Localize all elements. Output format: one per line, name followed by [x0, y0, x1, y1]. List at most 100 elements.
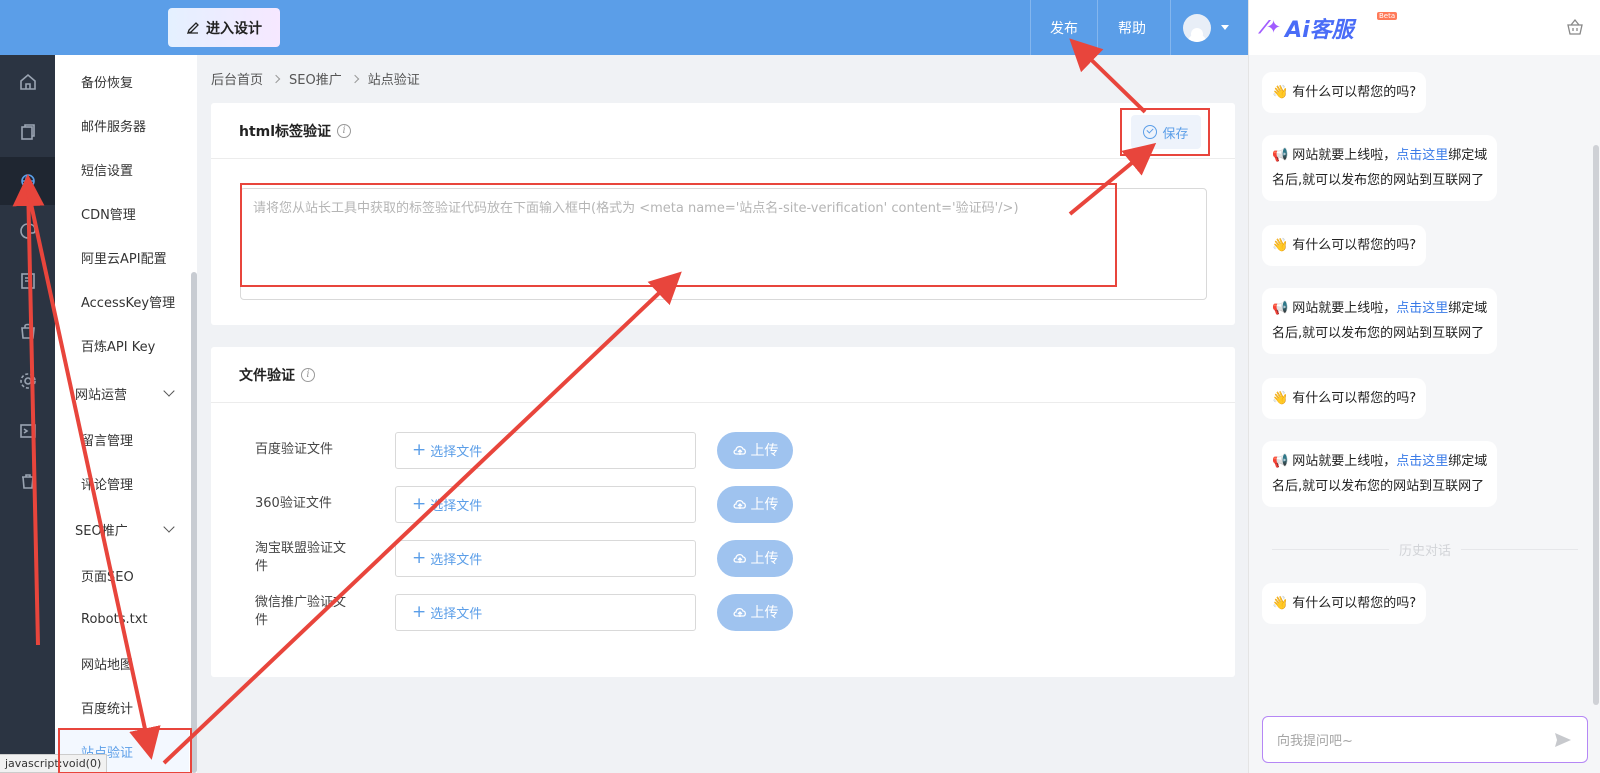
ai-question-input[interactable]: 向我提问吧~	[1262, 716, 1588, 763]
info-icon[interactable]: i	[301, 367, 315, 382]
chat-message: 📢 网站就要上线啦，点击这里绑定域 名后,就可以发布您的网站到互联网了	[1262, 135, 1498, 201]
rail-pages[interactable]	[0, 108, 55, 156]
sidebar-item-baidu-stats[interactable]: 百度统计	[55, 685, 189, 729]
sidebar-group-label: SEO推广	[75, 523, 128, 539]
chat-text: 有什么可以帮您的吗?	[1292, 596, 1417, 611]
sidebar-item-sms[interactable]: 短信设置	[55, 147, 189, 191]
sidebar-item-comments[interactable]: 评论管理	[55, 461, 189, 505]
ai-chat-list[interactable]: 👋 有什么可以帮您的吗? 📢 网站就要上线啦，点击这里绑定域 名后,就可以发布您的网站…	[1249, 55, 1600, 705]
sidebar-item-sitemap[interactable]: 网站地图	[55, 641, 189, 685]
sparkle-icon: ⁄✦	[1263, 17, 1282, 38]
file-row-360: 360验证文件 + 选择文件 上传	[255, 485, 793, 523]
user-menu[interactable]	[1170, 0, 1248, 55]
bind-domain-link[interactable]: 点击这里	[1396, 148, 1448, 163]
beta-badge: Beta	[1377, 12, 1398, 20]
sidebar-item-robots[interactable]: Robots.txt	[55, 597, 189, 641]
choose-file-label: 选择文件	[430, 606, 483, 622]
file-label: 微信推广验证文件	[255, 595, 347, 628]
sidebar-item-mail[interactable]: 邮件服务器	[55, 103, 189, 147]
plugin-icon	[20, 174, 35, 188]
sidebar-item-label: 网站地图	[81, 657, 134, 673]
sidebar-item-aliyun-api[interactable]: 阿里云API配置	[55, 235, 189, 279]
choose-file-button[interactable]: + 选择文件	[395, 431, 696, 469]
choose-file-label: 选择文件	[430, 498, 483, 514]
upload-label: 上传	[750, 497, 779, 513]
chat-message: 👋 有什么可以帮您的吗?	[1262, 378, 1427, 419]
choose-file-button[interactable]: + 选择文件	[395, 593, 696, 631]
file-label: 360验证文件	[255, 496, 332, 511]
file-row-taobao: 淘宝联盟验证文件 + 选择文件 上传	[255, 539, 793, 577]
megaphone-icon: 📢	[1272, 454, 1289, 469]
caret-down-icon	[1221, 25, 1229, 30]
plus-icon: +	[412, 439, 427, 460]
help-link[interactable]: 帮助	[1098, 0, 1166, 55]
rail-theme[interactable]	[0, 207, 55, 255]
breadcrumb-seo[interactable]: SEO推广	[289, 69, 342, 88]
plus-icon: +	[412, 601, 427, 622]
save-button[interactable]: 保存	[1131, 115, 1201, 149]
sidebar-item-accesskey[interactable]: AccessKey管理	[55, 279, 189, 323]
bind-domain-link[interactable]: 点击这里	[1396, 454, 1448, 469]
megaphone-icon: 📢	[1272, 301, 1289, 316]
upload-button[interactable]: 上传	[717, 431, 793, 469]
wave-icon: 👋	[1272, 596, 1289, 611]
browser-status-bar: javascript:void(0)	[0, 754, 108, 773]
sidebar-scrollbar[interactable]	[191, 272, 197, 773]
info-icon[interactable]: i	[337, 123, 352, 138]
sidebar-item-label: 百炼API Key	[81, 339, 156, 355]
breadcrumb-home[interactable]: 后台首页	[211, 69, 263, 88]
top-bar: 进入设计 发布 帮助	[0, 0, 1248, 55]
chat-text: 绑定域	[1448, 454, 1488, 469]
sidebar-item-label: Robots.txt	[81, 611, 148, 627]
ai-logo-text: Ai客服	[1285, 17, 1354, 43]
check-circle-icon	[1143, 125, 1158, 139]
upload-label: 上传	[750, 443, 779, 459]
ai-input-placeholder: 向我提问吧~	[1277, 734, 1353, 749]
sidebar-group-operations[interactable]: 网站运营	[55, 371, 189, 415]
enter-design-button[interactable]: 进入设计	[168, 8, 280, 47]
trash-icon	[21, 474, 34, 489]
publish-label: 发布	[1050, 20, 1078, 37]
html-tag-title: html标签验证	[239, 123, 332, 140]
rail-settings[interactable]	[0, 357, 55, 405]
ai-assistant-panel: ⁄✦ Ai客服 Beta 👋 有什么可以帮您的吗? 📢 网站就要上线啦，点击这里绑定…	[1248, 0, 1600, 773]
edit-icon	[186, 21, 199, 34]
choose-file-button[interactable]: + 选择文件	[395, 539, 696, 577]
sidebar-item-cdn[interactable]: CDN管理	[55, 191, 189, 235]
bag-icon	[20, 323, 35, 339]
sidebar-item-messages[interactable]: 留言管理	[55, 417, 189, 461]
chat-text: 有什么可以帮您的吗?	[1292, 391, 1417, 406]
chat-text: 绑定域	[1448, 301, 1488, 316]
file-label: 百度验证文件	[255, 442, 334, 457]
bind-domain-link[interactable]: 点击这里	[1396, 301, 1448, 316]
upload-button[interactable]: 上传	[717, 593, 793, 631]
publish-button[interactable]: 发布	[1030, 0, 1098, 55]
chevron-down-icon	[163, 521, 175, 533]
plus-icon: +	[412, 547, 427, 568]
rail-home[interactable]	[0, 58, 55, 106]
sidebar-item-backup[interactable]: 备份恢复	[55, 59, 189, 103]
rail-content[interactable]	[0, 257, 55, 305]
ai-scrollbar[interactable]	[1593, 145, 1599, 705]
upload-button[interactable]: 上传	[717, 539, 793, 577]
file-verify-card: 文件验证 i 百度验证文件 + 选择文件 上传 360验证文件 + 选择文件 上传 …	[211, 347, 1235, 677]
sidebar-group-seo[interactable]: SEO推广	[55, 507, 189, 551]
rail-shop[interactable]	[0, 307, 55, 355]
send-icon[interactable]	[1553, 730, 1573, 750]
rail-plugins[interactable]	[0, 157, 55, 205]
enter-design-label: 进入设计	[206, 20, 262, 37]
sidebar-item-bailian-key[interactable]: 百炼API Key	[55, 323, 189, 367]
clear-basket-icon[interactable]	[1566, 18, 1584, 36]
rail-console[interactable]	[0, 407, 55, 455]
upload-button[interactable]: 上传	[717, 485, 793, 523]
sidebar-item-label: 评论管理	[81, 477, 134, 493]
rail-trash[interactable]	[0, 457, 55, 505]
icon-rail	[0, 55, 55, 773]
chat-text: 网站就要上线啦，	[1292, 301, 1397, 316]
meta-tag-input[interactable]	[240, 188, 1207, 300]
wave-icon: 👋	[1272, 238, 1289, 253]
file-row-wechat: 微信推广验证文件 + 选择文件 上传	[255, 593, 793, 631]
choose-file-button[interactable]: + 选择文件	[395, 485, 696, 523]
sidebar-item-page-seo[interactable]: 页面SEO	[55, 553, 189, 597]
chat-text: 名后,就可以发布您的网站到互联网了	[1272, 326, 1485, 341]
